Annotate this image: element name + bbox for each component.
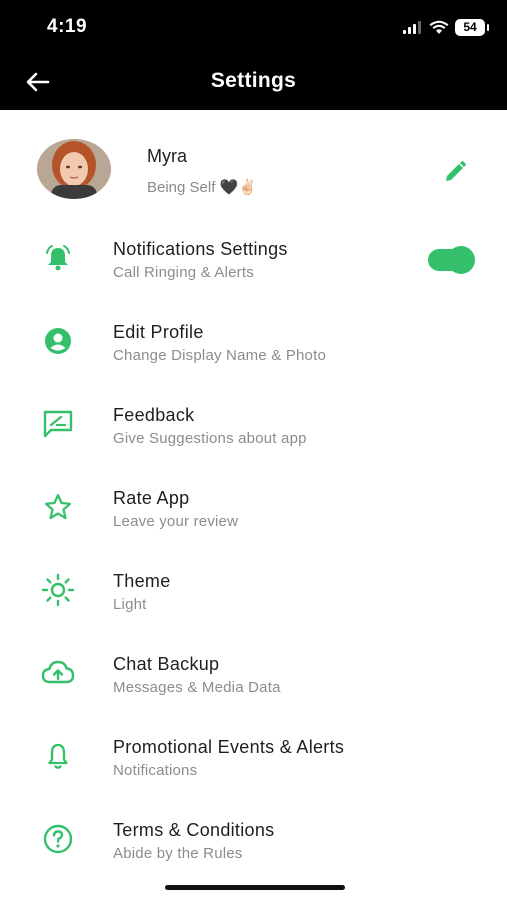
help-circle-icon — [38, 819, 78, 859]
menu-item-title: Rate App — [113, 488, 190, 508]
menu-item-title: Chat Backup — [113, 654, 220, 674]
menu-item-subtitle: Abide by the Rules — [113, 845, 243, 862]
menu-item-subtitle: Notifications — [113, 762, 198, 779]
signal-icon — [403, 21, 421, 34]
menu-item-chat-backup[interactable]: Chat Backup Messages & Media Data — [0, 637, 507, 720]
menu-item-title: Theme — [113, 571, 171, 591]
feedback-icon — [38, 404, 78, 444]
star-icon — [38, 487, 78, 527]
status-time: 4:19 — [47, 16, 88, 37]
cloud-upload-icon — [38, 653, 78, 693]
menu-item-title: Notifications Settings — [113, 239, 288, 259]
menu-item-subtitle: Change Display Name & Photo — [113, 347, 327, 364]
alarm-bell-icon — [38, 238, 78, 278]
menu-item-subtitle: Leave your review — [113, 513, 239, 530]
profile-card[interactable]: Myra Being Self 🖤✌🏻 — [0, 110, 507, 230]
settings-menu: Notifications Settings Call Ringing & Al… — [0, 222, 507, 886]
menu-item-subtitle: Light — [113, 596, 147, 613]
menu-item-title: Feedback — [113, 405, 195, 425]
battery-indicator: 54 — [455, 18, 489, 36]
menu-item-title: Promotional Events & Alerts — [113, 737, 345, 757]
header: Settings — [0, 52, 507, 110]
avatar[interactable] — [37, 139, 111, 199]
menu-item-rate-app[interactable]: Rate App Leave your review — [0, 471, 507, 554]
menu-item-feedback[interactable]: Feedback Give Suggestions about app — [0, 388, 507, 471]
status-icons: 54 — [403, 16, 489, 38]
sun-icon — [38, 570, 78, 610]
menu-item-title: Edit Profile — [113, 322, 204, 342]
menu-item-subtitle: Messages & Media Data — [113, 679, 281, 696]
page-title: Settings — [210, 69, 297, 92]
profile-name: Myra — [147, 146, 187, 166]
pencil-icon — [446, 161, 466, 181]
notifications-toggle[interactable] — [428, 248, 474, 272]
menu-item-subtitle: Call Ringing & Alerts — [113, 264, 254, 281]
edit-profile-button[interactable] — [441, 158, 469, 186]
menu-item-subtitle: Give Suggestions about app — [113, 430, 307, 447]
menu-item-notifications-settings[interactable]: Notifications Settings Call Ringing & Al… — [0, 222, 507, 305]
menu-item-title: Terms & Conditions — [113, 820, 275, 840]
status-bar: 4:19 54 — [0, 0, 507, 52]
bell-icon — [38, 736, 78, 776]
menu-item-theme[interactable]: Theme Light — [0, 554, 507, 637]
home-indicator[interactable] — [165, 885, 345, 890]
wifi-icon — [429, 20, 449, 34]
menu-item-edit-profile[interactable]: Edit Profile Change Display Name & Photo — [0, 305, 507, 388]
account-circle-icon — [38, 321, 78, 361]
menu-item-promotional-events-alerts[interactable]: Promotional Events & Alerts Notification… — [0, 720, 507, 803]
menu-item-terms-conditions[interactable]: Terms & Conditions Abide by the Rules — [0, 803, 507, 886]
profile-status: Being Self 🖤✌🏻 — [147, 179, 257, 196]
